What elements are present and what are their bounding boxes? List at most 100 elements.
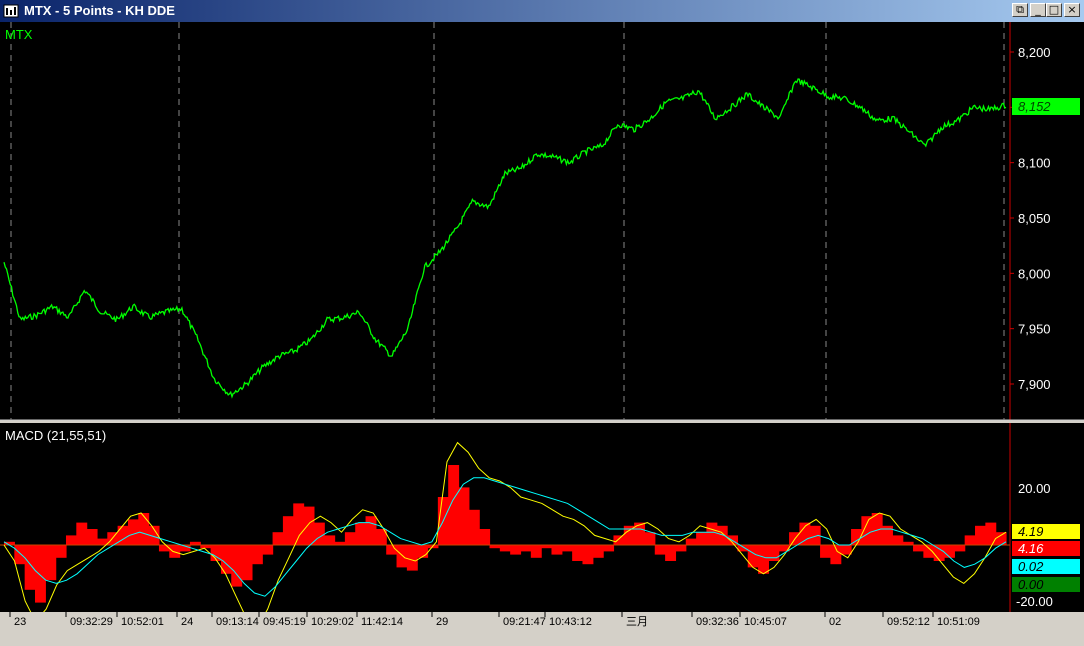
price-tick-label: 8,000 <box>1018 266 1051 281</box>
macd-histogram-bar <box>499 545 511 552</box>
macd-histogram-bar <box>706 522 718 545</box>
macd-histogram-bar <box>355 522 367 545</box>
macd-histogram-bar <box>127 519 139 545</box>
maximize-icon[interactable]: □ <box>1046 3 1062 17</box>
x-tick-label: 10:51:09 <box>937 616 980 628</box>
zero-value-label: 0.00 <box>1018 577 1044 592</box>
macd-histogram-bar <box>251 545 263 565</box>
signal-value-label: 0.02 <box>1018 559 1044 574</box>
macd-histogram-bar <box>458 487 470 545</box>
minimize-icon[interactable]: _ <box>1030 3 1046 17</box>
macd-histogram-bar <box>406 545 418 571</box>
title-bar[interactable]: MTX - 5 Points - KH DDE ⧉ _ □ × <box>0 0 1084 22</box>
price-tick-label: 8,100 <box>1018 156 1051 171</box>
macd-histogram-bar <box>758 545 770 574</box>
macd-histogram-bar <box>313 522 325 545</box>
macd-histogram-bar <box>24 545 36 590</box>
symbol-label: MTX <box>5 27 33 42</box>
x-tick-label: 10:45:07 <box>744 616 787 628</box>
current-price-label: 8,152 <box>1018 99 1051 114</box>
x-tick-label: 09:13:14 <box>216 616 259 628</box>
macd-histogram-bar <box>840 545 852 555</box>
x-tick-label: 24 <box>181 616 193 628</box>
macd-title: MACD (21,55,51) <box>5 428 106 443</box>
price-tick-label: 7,950 <box>1018 322 1051 337</box>
macd-histogram-bar <box>86 529 98 545</box>
macd-histogram-bar <box>944 545 955 558</box>
price-tick-label: 8,200 <box>1018 45 1051 60</box>
price-panel-bg <box>0 22 1084 420</box>
macd-value-label: 4.19 <box>1018 524 1043 539</box>
macd-histogram-bar <box>644 532 656 545</box>
macd-histogram-bar <box>45 545 57 581</box>
macd-histogram-bar <box>479 529 491 545</box>
macd-histogram-bar <box>995 532 1007 545</box>
macd-histogram-bar <box>675 545 687 552</box>
macd-histogram-bar <box>654 545 666 555</box>
x-tick-label: 02 <box>829 616 841 628</box>
macd-histogram-bar <box>344 532 356 545</box>
x-tick-label: 11:42:14 <box>361 616 403 628</box>
chart-area[interactable]: MTX 8,2008,1508,1008,0508,0007,9507,900 … <box>0 22 1084 646</box>
x-tick-label: 23 <box>14 616 26 628</box>
app-icon <box>3 4 19 18</box>
macd-histogram-bar <box>169 545 181 558</box>
x-tick-label: 09:45:19 <box>263 616 306 628</box>
macd-histogram-bar <box>324 535 336 545</box>
macd-histogram-bar <box>964 535 976 545</box>
macd-histogram-bar <box>572 545 584 561</box>
window-title: MTX - 5 Points - KH DDE <box>24 3 175 18</box>
macd-histogram-bar <box>76 522 88 545</box>
macd-histogram-bar <box>551 545 563 555</box>
macd-histogram-bar <box>158 545 170 552</box>
macd-histogram-bar <box>138 513 150 545</box>
macd-histogram-bar <box>468 509 480 545</box>
x-tick-label: 29 <box>436 616 448 628</box>
macd-histogram-bar <box>913 545 924 552</box>
restore-icon[interactable]: ⧉ <box>1012 3 1028 17</box>
macd-histogram-bar <box>768 545 780 561</box>
macd-histogram-bar <box>510 545 522 555</box>
x-tick-label: 09:32:29 <box>70 616 113 628</box>
macd-histogram-bar <box>665 545 677 561</box>
macd-histogram-bar <box>696 532 708 545</box>
macd-histogram-bar <box>530 545 542 558</box>
x-tick-label: 09:32:36 <box>696 616 739 628</box>
x-tick-label: 三月 <box>626 616 648 628</box>
close-icon[interactable]: × <box>1064 3 1080 17</box>
diff-value-label: 4.16 <box>1018 541 1044 556</box>
macd-histogram-bar <box>396 545 408 568</box>
macd-histogram-bar <box>262 545 274 555</box>
macd-histogram-bar <box>747 545 759 568</box>
x-tick-label: 09:52:12 <box>887 616 930 628</box>
app-window: MTX - 5 Points - KH DDE ⧉ _ □ × MTX 8,20… <box>0 0 1084 646</box>
macd-tick-neg20: -20.00 <box>1016 594 1053 609</box>
macd-histogram-bar <box>861 516 873 545</box>
price-tick-label: 7,900 <box>1018 377 1051 392</box>
macd-histogram-bar <box>520 545 532 552</box>
x-tick-label: 10:52:01 <box>121 616 164 628</box>
macd-histogram-bar <box>303 506 315 545</box>
macd-histogram-bar <box>933 545 945 561</box>
macd-histogram-bar <box>592 545 604 558</box>
macd-histogram-bar <box>892 535 904 545</box>
macd-histogram-bar <box>985 522 997 545</box>
macd-histogram-bar <box>603 545 615 552</box>
macd-histogram-bar <box>613 535 625 545</box>
macd-histogram-bar <box>65 535 77 545</box>
macd-histogram-bar <box>117 525 129 545</box>
price-tick-label: 8,050 <box>1018 211 1051 226</box>
macd-histogram-bar <box>365 516 377 545</box>
macd-histogram-bar <box>96 538 108 545</box>
x-tick-label: 10:43:12 <box>549 616 592 628</box>
macd-histogram-bar <box>561 545 573 552</box>
macd-histogram-bar <box>582 545 594 565</box>
macd-histogram-bar <box>231 545 243 587</box>
macd-histogram-bar <box>55 545 67 558</box>
macd-histogram-bar <box>282 516 294 545</box>
macd-histogram-bar <box>685 538 697 545</box>
macd-histogram-bar <box>272 532 284 545</box>
x-tick-label: 09:21:47 <box>503 616 546 628</box>
macd-histogram-bar <box>820 545 831 558</box>
macd-tick-20: 20.00 <box>1018 481 1051 496</box>
